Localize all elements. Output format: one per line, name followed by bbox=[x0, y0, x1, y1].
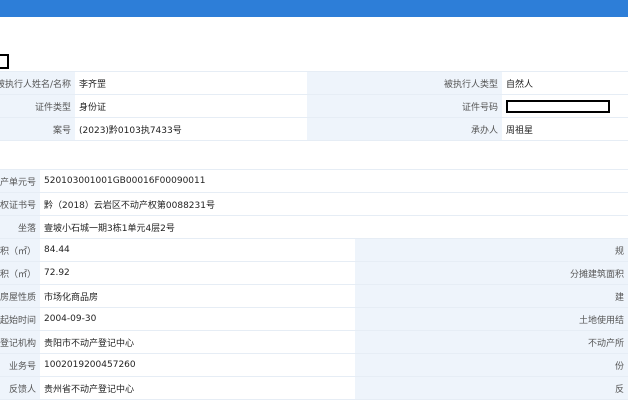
feedback-person-value: 贵州省不动产登记中心 bbox=[40, 376, 355, 400]
table-row: 登记机构 贵阳市不动产登记中心 不动产所 bbox=[0, 330, 628, 354]
case-number-label: 案号 bbox=[0, 117, 75, 141]
property-owner-label: 不动产所 bbox=[355, 330, 628, 354]
top-header-bar bbox=[0, 0, 628, 17]
certificate-number-value: 黔（2018）云岩区不动产权第0088231号 bbox=[40, 192, 628, 216]
table-row: 案号 (2023)黔0103执7433号 承办人 周祖星 bbox=[0, 117, 628, 141]
table-row: 被执行人姓名/名称 李齐罡 被执行人类型 自然人 bbox=[0, 71, 628, 95]
executee-info-table: 被执行人姓名/名称 李齐罡 被执行人类型 自然人 证件类型 身份证 证件号码 案… bbox=[0, 71, 628, 141]
share-label: 份 bbox=[355, 353, 628, 377]
inner-area-label: 积（㎡） bbox=[0, 261, 40, 285]
table-row: 反馈人 贵州省不动产登记中心 反 bbox=[0, 376, 628, 400]
table-row: 产单元号 520103001001GB00016F00090011 bbox=[0, 169, 628, 193]
property-info-table: 产单元号 520103001001GB00016F00090011 权证书号 黔… bbox=[0, 169, 628, 400]
executee-type-value: 自然人 bbox=[502, 71, 628, 95]
section-marker bbox=[0, 54, 9, 69]
inner-area-value: 72.92 bbox=[40, 261, 355, 285]
table-row: 积（㎡） 84.44 规 bbox=[0, 238, 628, 262]
build-label: 建 bbox=[355, 284, 628, 308]
table-row: 权证书号 黔（2018）云岩区不动产权第0088231号 bbox=[0, 192, 628, 216]
area-value: 84.44 bbox=[40, 238, 355, 262]
certificate-number-label: 权证书号 bbox=[0, 192, 40, 216]
planning-label: 规 bbox=[355, 238, 628, 262]
registration-agency-label: 登记机构 bbox=[0, 330, 40, 354]
table-row: 业务号 1002019200457260 份 bbox=[0, 353, 628, 377]
id-type-label: 证件类型 bbox=[0, 94, 75, 118]
feedback-label: 反 bbox=[355, 376, 628, 400]
location-label: 坐落 bbox=[0, 215, 40, 239]
id-type-value: 身份证 bbox=[75, 94, 307, 118]
executee-name-label: 被执行人姓名/名称 bbox=[0, 71, 75, 95]
house-nature-label: 房屋性质 bbox=[0, 284, 40, 308]
table-row: 坐落 壹坡小石城一期3栋1单元4层2号 bbox=[0, 215, 628, 239]
id-number-label: 证件号码 bbox=[307, 94, 502, 118]
shared-area-label: 分摊建筑面积 bbox=[355, 261, 628, 285]
business-number-label: 业务号 bbox=[0, 353, 40, 377]
house-nature-value: 市场化商品房 bbox=[40, 284, 355, 308]
handler-label: 承办人 bbox=[307, 117, 502, 141]
table-row: 起始时间 2004-09-30 土地使用结 bbox=[0, 307, 628, 331]
executee-type-label: 被执行人类型 bbox=[307, 71, 502, 95]
registration-agency-value: 贵阳市不动产登记中心 bbox=[40, 330, 355, 354]
land-use-end-label: 土地使用结 bbox=[355, 307, 628, 331]
redaction-box bbox=[506, 99, 610, 113]
unit-number-label: 产单元号 bbox=[0, 169, 40, 193]
table-row: 证件类型 身份证 证件号码 bbox=[0, 94, 628, 118]
area-label: 积（㎡） bbox=[0, 238, 40, 262]
unit-number-value: 520103001001GB00016F00090011 bbox=[40, 169, 628, 193]
handler-value: 周祖星 bbox=[502, 117, 628, 141]
table-row: 积（㎡） 72.92 分摊建筑面积 bbox=[0, 261, 628, 285]
business-number-value: 1002019200457260 bbox=[40, 353, 355, 377]
start-time-label: 起始时间 bbox=[0, 307, 40, 331]
case-number-value: (2023)黔0103执7433号 bbox=[75, 117, 307, 141]
executee-name-value: 李齐罡 bbox=[75, 71, 307, 95]
location-value: 壹坡小石城一期3栋1单元4层2号 bbox=[40, 215, 628, 239]
table-row: 房屋性质 市场化商品房 建 bbox=[0, 284, 628, 308]
feedback-person-label: 反馈人 bbox=[0, 376, 40, 400]
start-time-value: 2004-09-30 bbox=[40, 307, 355, 331]
id-number-value bbox=[502, 94, 628, 118]
